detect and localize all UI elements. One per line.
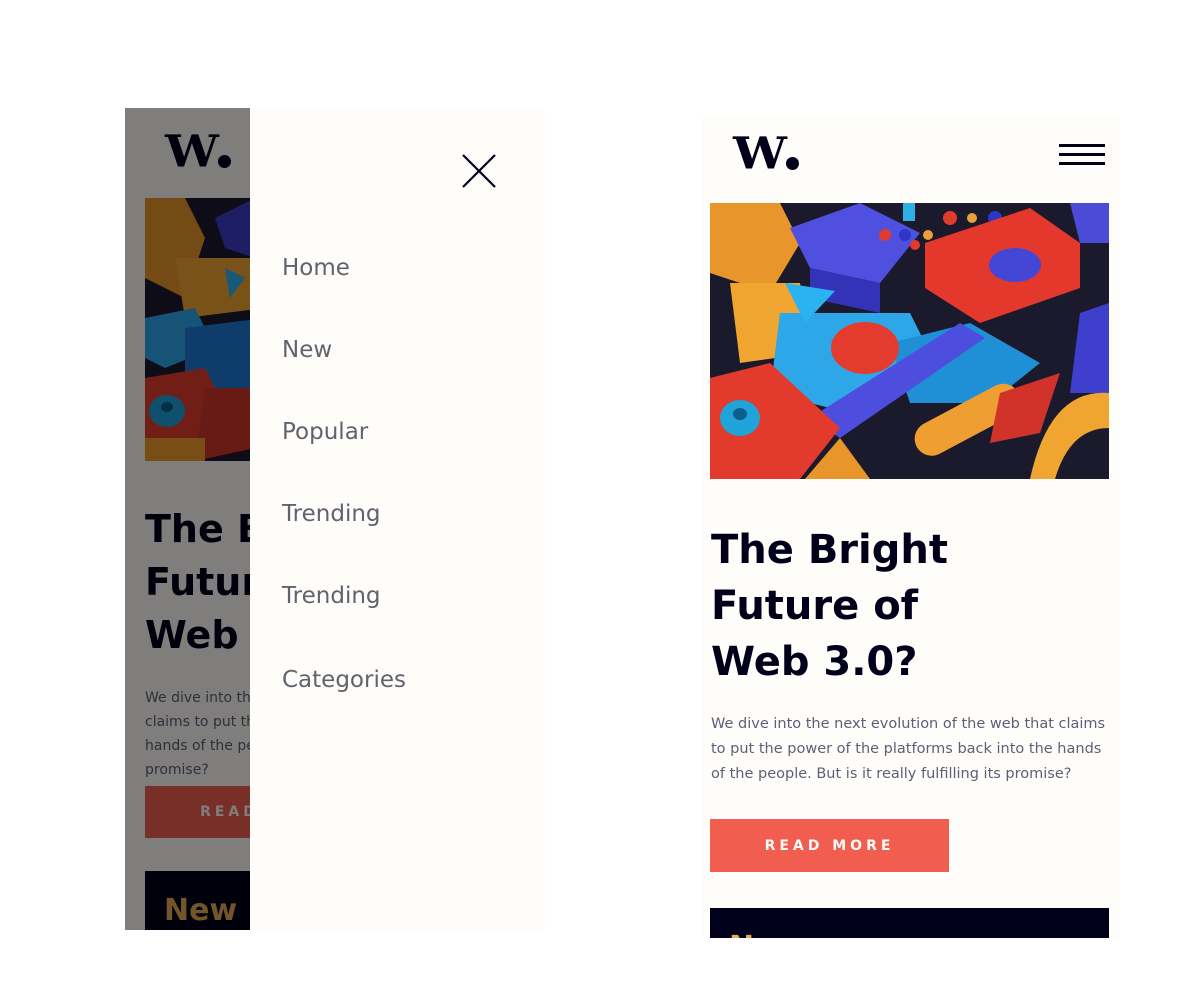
menu-toggle-button[interactable] <box>1059 144 1105 168</box>
hamburger-menu-icon-line <box>1059 153 1105 156</box>
hero-illustration <box>710 203 1109 479</box>
new-section-title: New <box>729 930 802 938</box>
read-more-button[interactable]: READ MORE <box>710 819 949 872</box>
menu-item-home[interactable]: Home <box>282 255 350 281</box>
menu-item-categories[interactable]: Categories <box>282 667 406 693</box>
hamburger-menu-icon <box>1059 144 1105 147</box>
headline-line: Web 3.0? <box>711 639 918 685</box>
side-navigation-menu: Home New Popular Trending Trending Categ… <box>250 108 545 930</box>
menu-item-trending-2[interactable]: Trending <box>282 583 381 609</box>
close-icon <box>462 154 496 188</box>
logo-dot <box>785 157 799 170</box>
headline-line: Future of <box>711 583 919 629</box>
close-menu-button[interactable] <box>460 152 498 190</box>
logo[interactable]: W <box>733 130 799 178</box>
article-headline: The Bright Future of Web 3.0? <box>711 522 1041 690</box>
article-description: We dive into the next evolution of the w… <box>711 716 1106 782</box>
new-section-card: New <box>710 908 1109 938</box>
mobile-view-default: W The Bright Future of Web 3.0? We dive … <box>702 116 1120 938</box>
mobile-view-menu-open: W The Bright Future of Web 3.0? We dive … <box>125 108 545 930</box>
menu-item-trending[interactable]: Trending <box>282 501 381 527</box>
hamburger-menu-icon-line <box>1059 162 1105 165</box>
menu-backdrop-overlay[interactable] <box>125 108 250 930</box>
menu-item-popular[interactable]: Popular <box>282 419 368 445</box>
headline-line: The Bright <box>711 527 948 573</box>
hero-image <box>710 203 1109 479</box>
menu-item-new[interactable]: New <box>282 337 332 363</box>
